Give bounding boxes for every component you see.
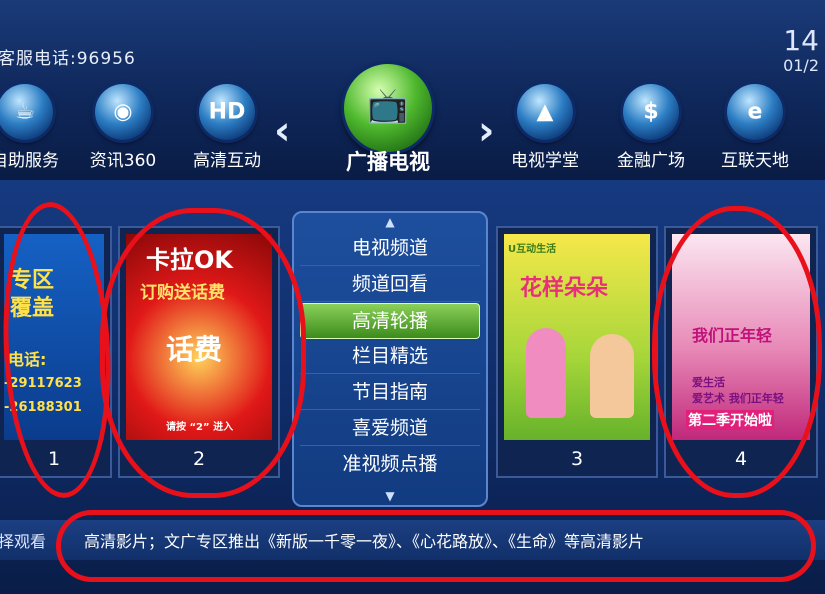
clock: 14 01/2 — [783, 24, 819, 76]
menu-item[interactable]: 频道回看 — [300, 267, 480, 302]
nav-item-label: 高清互动 — [193, 151, 261, 171]
service-phone: 客服电话:96956 — [0, 49, 136, 69]
nav-item-label: 电视学堂 — [511, 151, 579, 171]
menu-up-arrow-icon[interactable]: ▲ — [294, 215, 486, 229]
nav-item-label: 互联天地 — [721, 151, 789, 171]
channel-menu: ▲ 电视频道 频道回看 高清轮播 栏目精选 节目指南 喜爱频道 准视频点播 ▼ — [292, 211, 488, 507]
annotation-circle — [652, 206, 822, 498]
menu-item[interactable]: 准视频点播 — [300, 447, 480, 481]
nav-item-internet[interactable]: e 互联天地 — [700, 84, 810, 171]
nav-item-label: 资讯360 — [89, 151, 157, 171]
clock-time: 14 — [783, 24, 819, 57]
nav-item-hd-interactive[interactable]: HD 高清互动 — [172, 84, 282, 171]
annotation-circle — [56, 510, 816, 582]
money-bag-icon: $ — [623, 84, 679, 140]
hd-icon: HD — [199, 84, 255, 140]
nav-item-news360[interactable]: ◉ 资讯360 — [68, 84, 178, 171]
internet-explorer-icon: e — [727, 84, 783, 140]
menu-item-selected[interactable]: 高清轮播 — [300, 303, 480, 339]
clock-date: 01/2 — [783, 56, 819, 75]
card-number: 3 — [570, 448, 584, 470]
menu-item[interactable]: 栏目精选 — [300, 339, 480, 374]
coffee-cup-icon: ☕ — [0, 84, 53, 140]
menu-down-arrow-icon[interactable]: ▼ — [294, 489, 486, 503]
promo-card-3[interactable]: U互动生活 花样朵朵 3 — [496, 226, 658, 478]
graduation-cap-icon: ▲ — [517, 84, 573, 140]
globe-icon: ◉ — [95, 84, 151, 140]
nav-prev-arrow[interactable]: ‹ — [274, 108, 290, 154]
menu-item[interactable]: 电视频道 — [300, 231, 480, 266]
promo-poster: U互动生活 花样朵朵 — [504, 234, 650, 440]
menu-item[interactable]: 节目指南 — [300, 375, 480, 410]
nav-item-tv-school[interactable]: ▲ 电视学堂 — [490, 84, 600, 171]
nav-item-label: 金融广场 — [617, 151, 685, 171]
menu-item[interactable]: 喜爱频道 — [300, 411, 480, 446]
annotation-circle — [100, 208, 306, 498]
nav-item-finance[interactable]: $ 金融广场 — [596, 84, 706, 171]
ticker-left-label: 择观看 — [0, 532, 47, 551]
nav-current-label: 广播电视 — [346, 150, 430, 174]
tv-icon[interactable]: 📺 — [344, 64, 432, 152]
